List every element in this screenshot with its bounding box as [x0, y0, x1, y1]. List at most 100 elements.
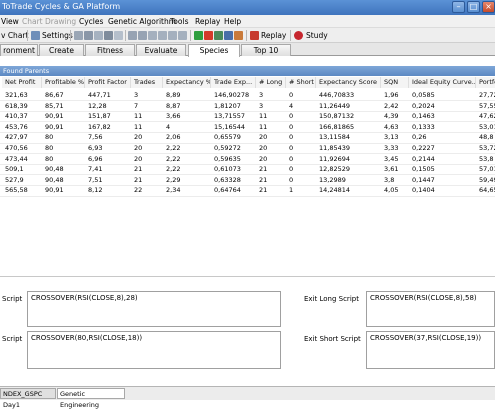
table-cell[interactable]: 473,44 — [2, 154, 42, 164]
table-cell[interactable]: 0 — [286, 164, 316, 174]
grid-icon[interactable] — [114, 31, 123, 40]
table-cell[interactable]: 2,42 — [381, 101, 409, 111]
table-cell[interactable]: 3 — [131, 90, 163, 100]
table-cell[interactable]: 57,55 — [476, 101, 495, 111]
table-cell[interactable]: 0 — [286, 111, 316, 121]
close-icon[interactable]: × — [482, 1, 495, 13]
table-cell[interactable]: 47,62 — [476, 111, 495, 121]
table-cell[interactable]: 0,59272 — [211, 143, 256, 153]
table-cell[interactable]: 7,56 — [85, 132, 131, 142]
table-cell[interactable]: 410,37 — [2, 111, 42, 121]
table-cell[interactable]: 7 — [131, 101, 163, 111]
menu-replay[interactable]: Replay — [195, 17, 220, 26]
table-cell[interactable]: 4,05 — [381, 185, 409, 195]
table-cell[interactable]: 21 — [256, 175, 286, 185]
table-cell[interactable]: 0 — [286, 132, 316, 142]
expand-icon[interactable] — [158, 31, 167, 40]
table-cell[interactable]: 0,2227 — [409, 143, 476, 153]
table-cell[interactable]: 4 — [286, 101, 316, 111]
table-cell[interactable]: 7,51 — [85, 175, 131, 185]
table-cell[interactable]: 64,65 — [476, 185, 495, 195]
table-cell[interactable]: 0 — [286, 90, 316, 100]
table-cell[interactable]: 6,93 — [85, 143, 131, 153]
table-cell[interactable]: 565,58 — [2, 185, 42, 195]
study-button[interactable]: Study — [306, 30, 328, 41]
table-cell[interactable]: 151,87 — [85, 111, 131, 121]
table-cell[interactable]: 4,63 — [381, 122, 409, 132]
table-cell[interactable]: 427,97 — [2, 132, 42, 142]
table-cell[interactable]: 618,39 — [2, 101, 42, 111]
exit-short-script-field[interactable]: CROSSOVER(37,RSI(CLOSE,19)) — [366, 331, 495, 369]
minimize-icon[interactable]: – — [452, 1, 465, 13]
maximize-icon[interactable]: □ — [467, 1, 480, 13]
table-cell[interactable]: 13,71557 — [211, 111, 256, 121]
column-header[interactable]: # Long — [256, 77, 286, 88]
pan-icon[interactable] — [148, 31, 157, 40]
rewind-icon[interactable] — [128, 31, 137, 40]
table-cell[interactable]: 0,2024 — [409, 101, 476, 111]
table-cell[interactable]: 22 — [131, 185, 163, 195]
line-icon[interactable] — [224, 31, 233, 40]
forward-icon[interactable] — [138, 31, 147, 40]
table-cell[interactable]: 0 — [286, 175, 316, 185]
table-cell[interactable]: 146,90278 — [211, 90, 256, 100]
table-cell[interactable]: 3,8 — [381, 175, 409, 185]
tab-environment[interactable]: ronment — [0, 44, 38, 56]
table-cell[interactable]: 0,0585 — [409, 90, 476, 100]
entry-short-script-field[interactable]: CROSSOVER(80,RSI(CLOSE,18)) — [27, 331, 281, 369]
menu-chart[interactable]: Chart — [22, 17, 43, 26]
table-cell[interactable]: 1,96 — [381, 90, 409, 100]
table-cell[interactable]: 20 — [131, 143, 163, 153]
column-header[interactable]: Portfo — [476, 77, 495, 88]
column-header[interactable]: Net Profit — [2, 77, 42, 88]
table-cell[interactable]: 15,16544 — [211, 122, 256, 132]
table-cell[interactable]: 80 — [42, 154, 85, 164]
table-cell[interactable]: 0,1463 — [409, 111, 476, 121]
table-cell[interactable]: 3 — [256, 101, 286, 111]
table-cell[interactable]: 21 — [131, 164, 163, 174]
table-cell[interactable]: 0 — [286, 122, 316, 132]
table-cell[interactable]: 80 — [42, 143, 85, 153]
table-cell[interactable]: 3,66 — [163, 111, 211, 121]
table-cell[interactable]: 27,72 — [476, 90, 495, 100]
table-cell[interactable]: 11,85439 — [316, 143, 381, 153]
table-cell[interactable]: 14,24814 — [316, 185, 381, 195]
table-cell[interactable]: 53,72 — [476, 143, 495, 153]
menu-cycles[interactable]: Cycles — [79, 17, 103, 26]
table-cell[interactable]: 20 — [256, 154, 286, 164]
replay-button[interactable]: Replay — [261, 30, 286, 41]
table-cell[interactable]: 20 — [131, 132, 163, 142]
marker-icon[interactable] — [234, 31, 243, 40]
table-cell[interactable]: 0,64764 — [211, 185, 256, 195]
column-header[interactable]: Ideal Equity Curve... — [409, 77, 476, 88]
table-cell[interactable]: 2,06 — [163, 132, 211, 142]
table-cell[interactable]: 0,1505 — [409, 164, 476, 174]
table-cell[interactable]: 0,65579 — [211, 132, 256, 142]
menu-tools[interactable]: Tools — [170, 17, 188, 26]
exit-long-script-field[interactable]: CROSSOVER(RSI(CLOSE,8),58) — [366, 291, 495, 327]
table-cell[interactable]: 2,22 — [163, 164, 211, 174]
table-cell[interactable]: 150,87132 — [316, 111, 381, 121]
table-cell[interactable]: 3 — [256, 90, 286, 100]
table-cell[interactable]: 166,81865 — [316, 122, 381, 132]
table-cell[interactable]: 2,22 — [163, 154, 211, 164]
column-header[interactable]: Expectancy Score — [316, 77, 381, 88]
bottom-tab-genetic-engineering[interactable]: Genetic Engineering — [57, 388, 125, 409]
trend-icon[interactable] — [214, 31, 223, 40]
menu-genetic-algorithm[interactable]: Genetic Algorithm — [108, 17, 176, 26]
menu-drawing[interactable]: Drawing — [45, 17, 76, 26]
table-cell[interactable]: 0 — [286, 154, 316, 164]
zoom-icon[interactable] — [84, 31, 93, 40]
table-cell[interactable]: 12,82529 — [316, 164, 381, 174]
fit-icon[interactable] — [168, 31, 177, 40]
tab-species[interactable]: Species — [188, 44, 240, 57]
arrow-down-icon[interactable] — [204, 31, 213, 40]
column-header[interactable]: SQN — [381, 77, 409, 88]
table-cell[interactable]: 90,48 — [42, 164, 85, 174]
table-cell[interactable]: 0,59635 — [211, 154, 256, 164]
table-cell[interactable]: 13,11584 — [316, 132, 381, 142]
table-cell[interactable]: 0,1447 — [409, 175, 476, 185]
table-cell[interactable]: 1,81207 — [211, 101, 256, 111]
new-chart-button[interactable]: v Chart — [1, 30, 28, 41]
bottom-tab-chart[interactable]: NDEX_GSPC Day1 — [0, 388, 56, 409]
